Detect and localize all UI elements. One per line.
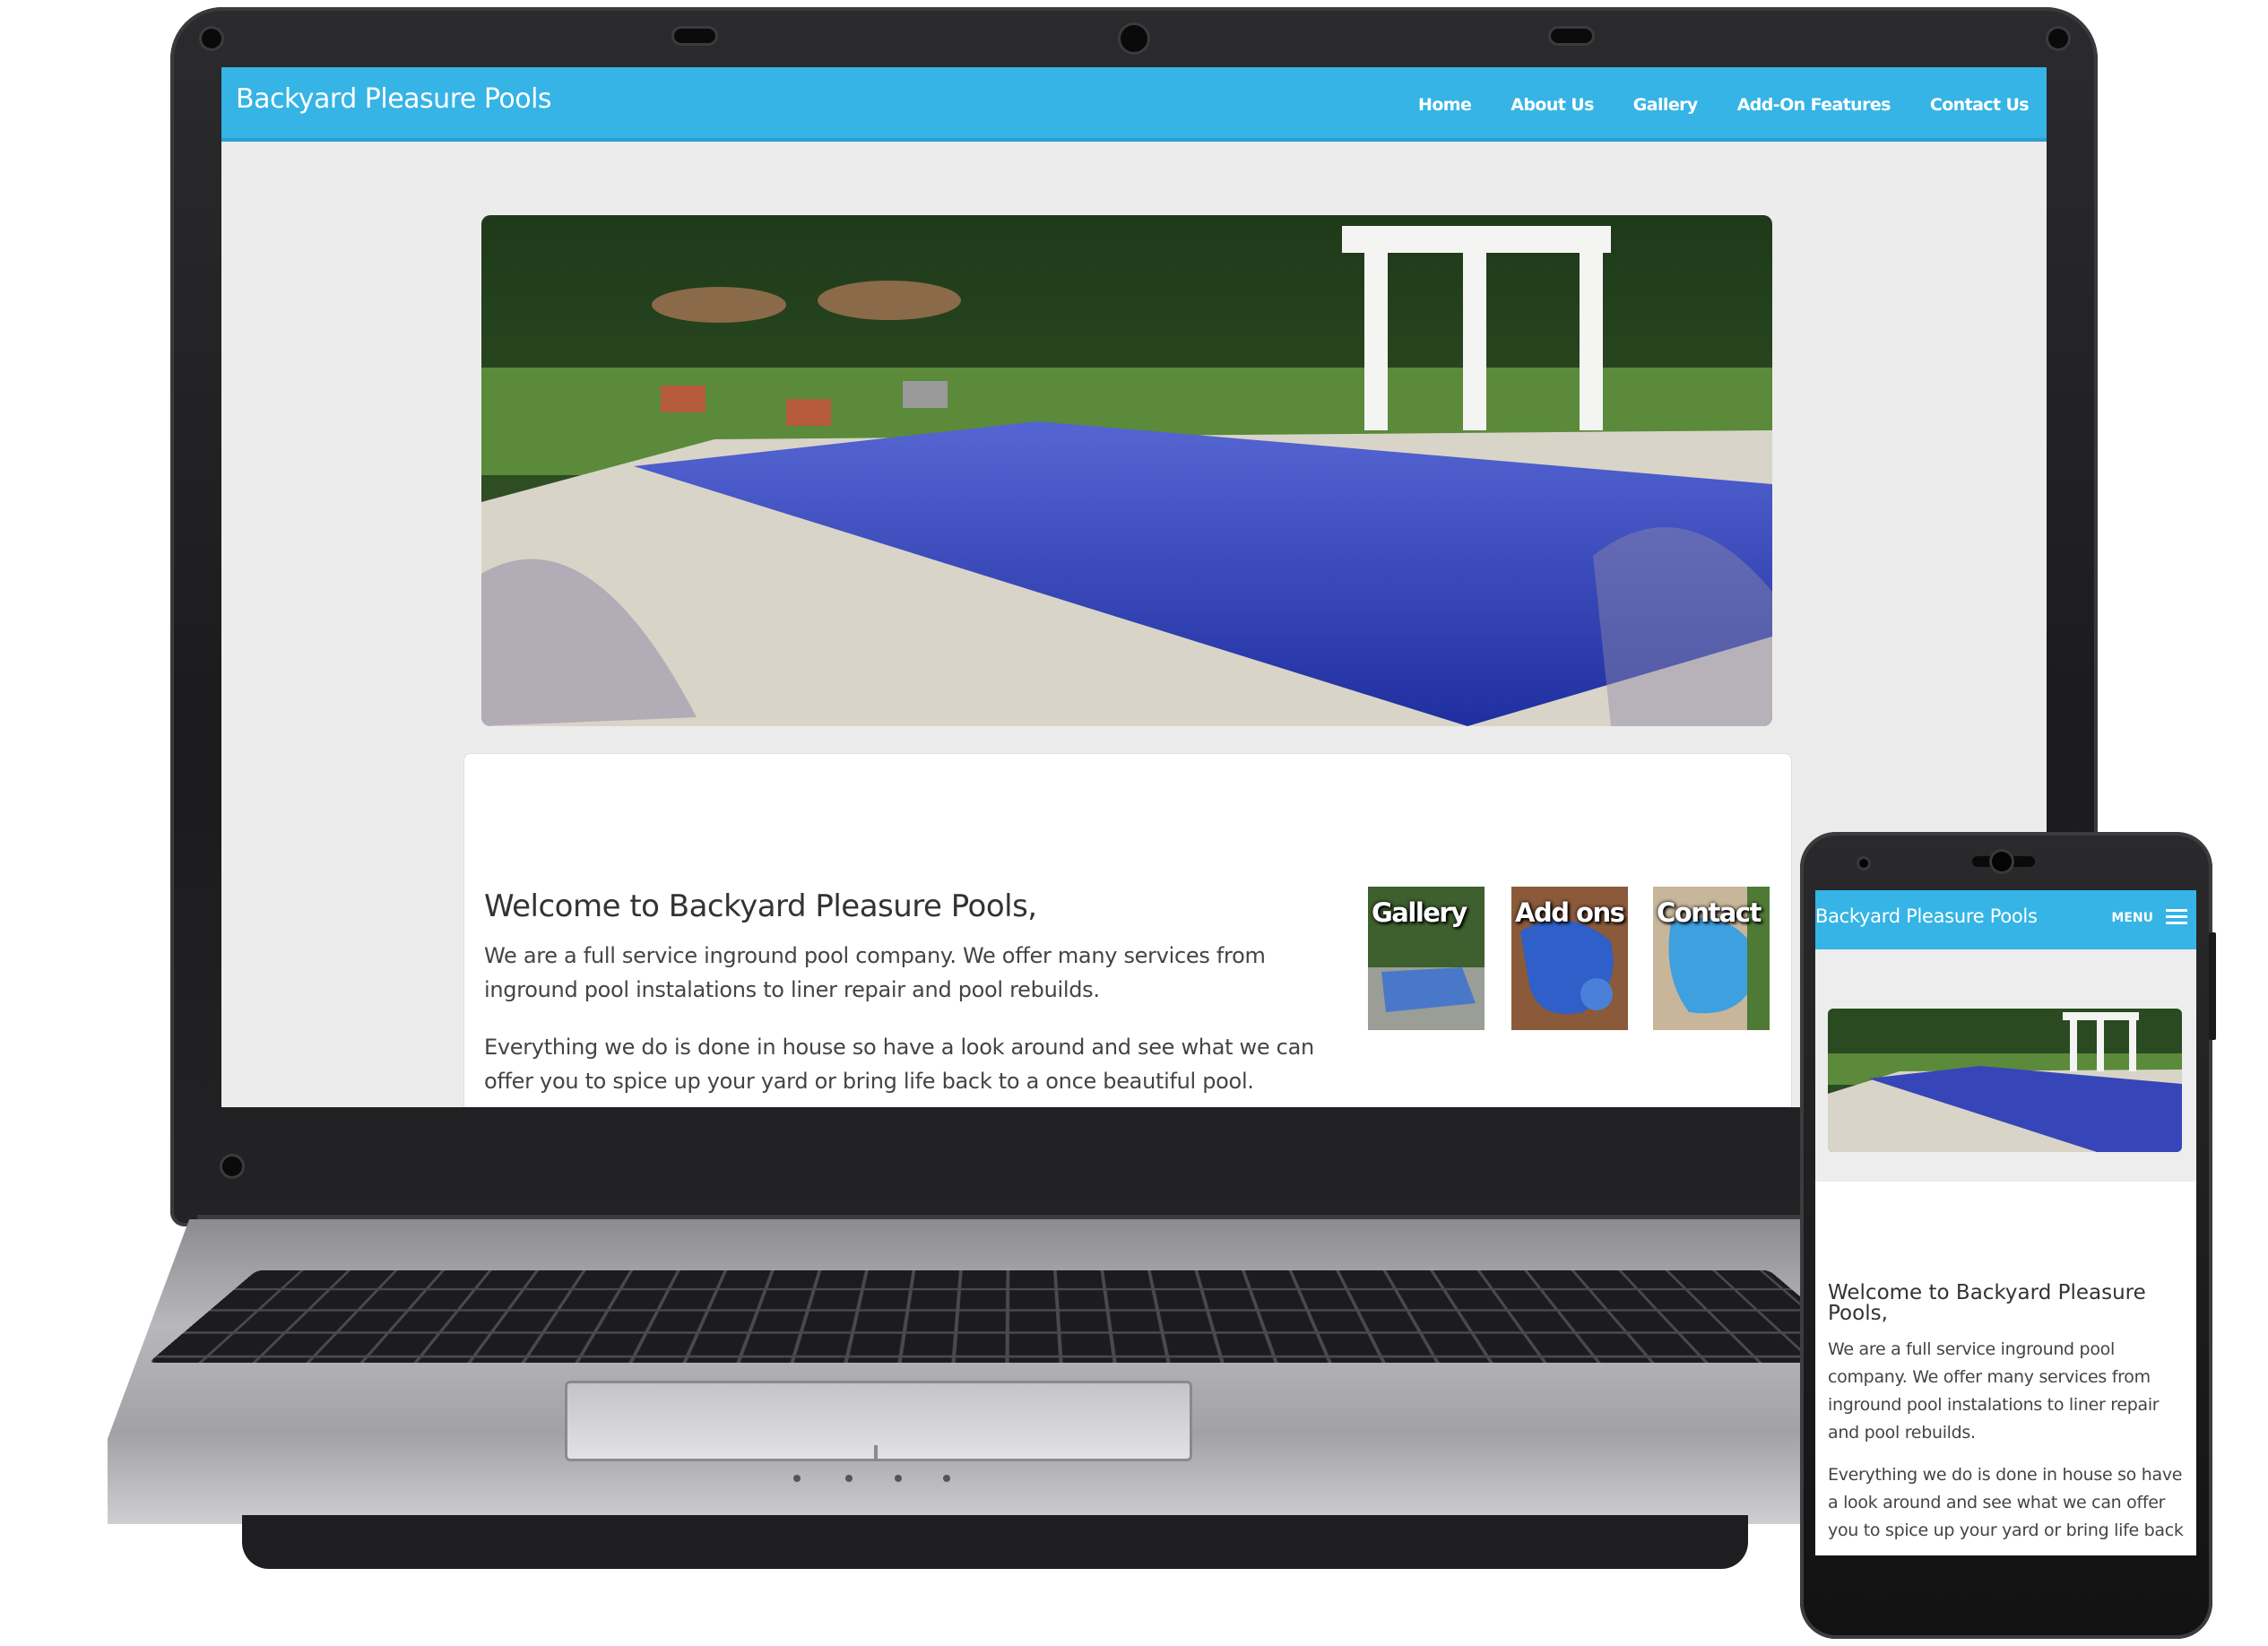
mobile-welcome-heading: Welcome to Backyard Pleasure Pools, [1828,1281,2146,1325]
mobile-content-card: Welcome to Backyard Pleasure Pools, We a… [1815,1182,2196,1555]
laptop-screen: Backyard Pleasure Pools Home About Us Ga… [221,67,2047,1107]
nav-about-us[interactable]: About Us [1511,95,1594,115]
contact-thumbnail-link[interactable]: Contact [1653,887,1770,1030]
mobile-site-logo[interactable]: Backyard Pleasure Pools [1815,905,2038,927]
nav-gallery[interactable]: Gallery [1633,95,1698,115]
intro-paragraph: We are a full service inground pool comp… [484,943,1266,1002]
nav-contact-us[interactable]: Contact Us [1930,95,2030,115]
laptop-corner-screw [202,29,221,48]
laptop-corner-screw [2048,29,2068,48]
services-paragraph: Everything we do is done in house so hav… [484,1035,1314,1094]
laptop-sensor-slot [1551,29,1592,43]
site-header: Backyard Pleasure Pools Home About Us Ga… [221,67,2047,142]
phone-screen: Backyard Pleasure Pools MENU Welcome to … [1815,890,2196,1555]
laptop-touchpad [565,1381,1192,1461]
content-card: Welcome to Backyard Pleasure Pools, We a… [463,753,1792,1107]
touchpad-divider [874,1445,878,1461]
status-led [793,1475,801,1482]
thumbnail-label-contact: Contact [1657,897,1762,928]
mobile-header: Backyard Pleasure Pools MENU [1815,890,2196,949]
status-led [845,1475,853,1482]
laptop-webcam [1121,25,1147,52]
laptop-foot [242,1515,1748,1569]
status-led [943,1475,950,1482]
add-ons-thumbnail-link[interactable]: Add ons [1511,887,1628,1030]
mobile-menu-label[interactable]: MENU [2111,911,2153,925]
thumbnail-label-add-ons: Add ons [1515,897,1625,928]
phone-sensor [1859,859,1868,868]
welcome-heading: Welcome to Backyard Pleasure Pools, [484,888,1037,924]
nav-add-on-features[interactable]: Add-On Features [1737,95,1891,115]
site-logo[interactable]: Backyard Pleasure Pools [236,83,552,115]
menu-icon[interactable] [2166,909,2187,925]
laptop-corner-screw [222,1157,242,1176]
laptop-keyboard-rows [148,1269,1878,1363]
mobile-intro-paragraph: We are a full service inground pool comp… [1828,1339,2160,1442]
mobile-hero-image [1828,1009,2182,1152]
phone-side-button [2209,932,2216,1040]
mobile-services-paragraph: Everything we do is done in house so hav… [1828,1465,2184,1540]
main-nav: Home About Us Gallery Add-On Features Co… [1418,95,2030,115]
nav-home[interactable]: Home [1418,95,1472,115]
laptop-mic-slot [674,29,715,43]
thumbnail-label-gallery: Gallery [1372,897,1467,928]
status-led [895,1475,902,1482]
hero-image [481,215,1772,726]
gallery-thumbnail-link[interactable]: Gallery [1368,887,1485,1030]
phone-camera [1992,852,2012,871]
